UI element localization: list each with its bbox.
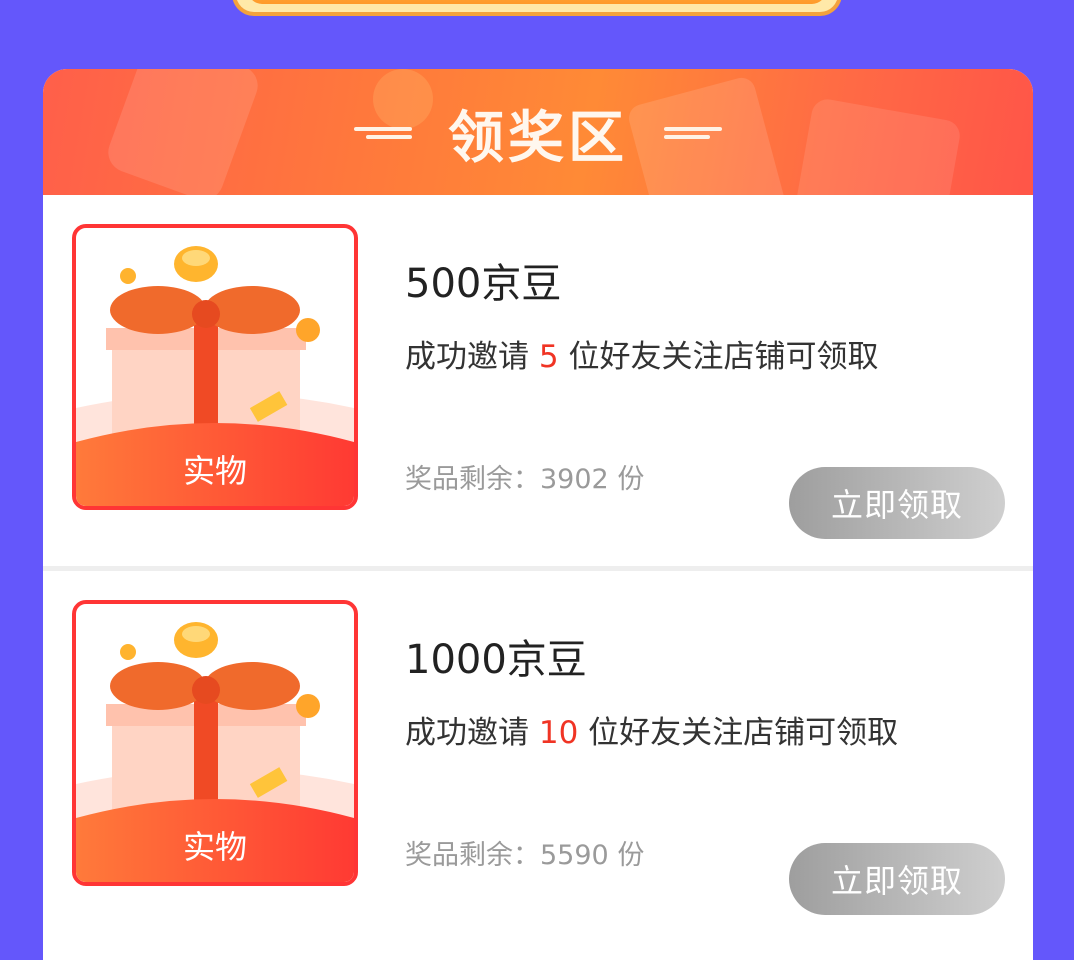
remain-label: 奖品剩余：	[405, 464, 540, 495]
prize-remaining: 奖品剩余：5590 份	[405, 833, 644, 872]
remain-label: 奖品剩余：	[405, 840, 540, 871]
prize-type-badge: 实物	[182, 452, 247, 490]
desc-prefix: 成功邀请	[405, 715, 529, 751]
top-banner-tab-inner	[248, 0, 826, 4]
prize-thumbnail: 实物	[72, 600, 358, 886]
panel-header: 领奖区	[43, 69, 1033, 195]
prize-remaining: 奖品剩余：3902 份	[405, 457, 644, 496]
prize-thumbnail: 实物	[72, 224, 358, 510]
remain-unit: 份	[617, 840, 645, 871]
remain-unit: 份	[617, 464, 645, 495]
header-title-row: 领奖区	[43, 93, 1033, 173]
prize-name: 1000京豆	[405, 637, 587, 683]
prize-item: 实物 1000京豆 成功邀请 10 位好友关注店铺可领取 奖品剩余：5590 份…	[43, 571, 1033, 941]
invite-count: 5	[538, 339, 559, 375]
prize-name: 500京豆	[405, 261, 562, 307]
top-banner-tab	[232, 0, 842, 16]
remain-count: 5590	[540, 840, 609, 871]
title-left-dash-icon	[354, 123, 412, 143]
prize-description: 成功邀请 5 位好友关注店铺可领取	[405, 335, 935, 379]
prize-list: 实物 500京豆 成功邀请 5 位好友关注店铺可领取 奖品剩余：3902 份 立…	[43, 195, 1033, 941]
prize-type-badge: 实物	[182, 828, 247, 866]
desc-prefix: 成功邀请	[405, 339, 529, 375]
claim-button[interactable]: 立即领取	[789, 843, 1005, 915]
page-title: 领奖区	[448, 105, 628, 171]
prize-panel: 领奖区 实物 500京豆 成功邀请 5 位好友关注店铺可领取 奖品剩余：3902…	[43, 69, 1033, 960]
desc-suffix: 位好友关注店铺可领取	[588, 715, 899, 751]
desc-suffix: 位好友关注店铺可领取	[568, 339, 879, 375]
prize-item: 实物 500京豆 成功邀请 5 位好友关注店铺可领取 奖品剩余：3902 份 立…	[43, 195, 1033, 566]
title-right-dash-icon	[664, 123, 722, 143]
prize-description: 成功邀请 10 位好友关注店铺可领取	[405, 711, 935, 755]
remain-count: 3902	[540, 464, 609, 495]
invite-count: 10	[538, 715, 579, 751]
claim-button[interactable]: 立即领取	[789, 467, 1005, 539]
